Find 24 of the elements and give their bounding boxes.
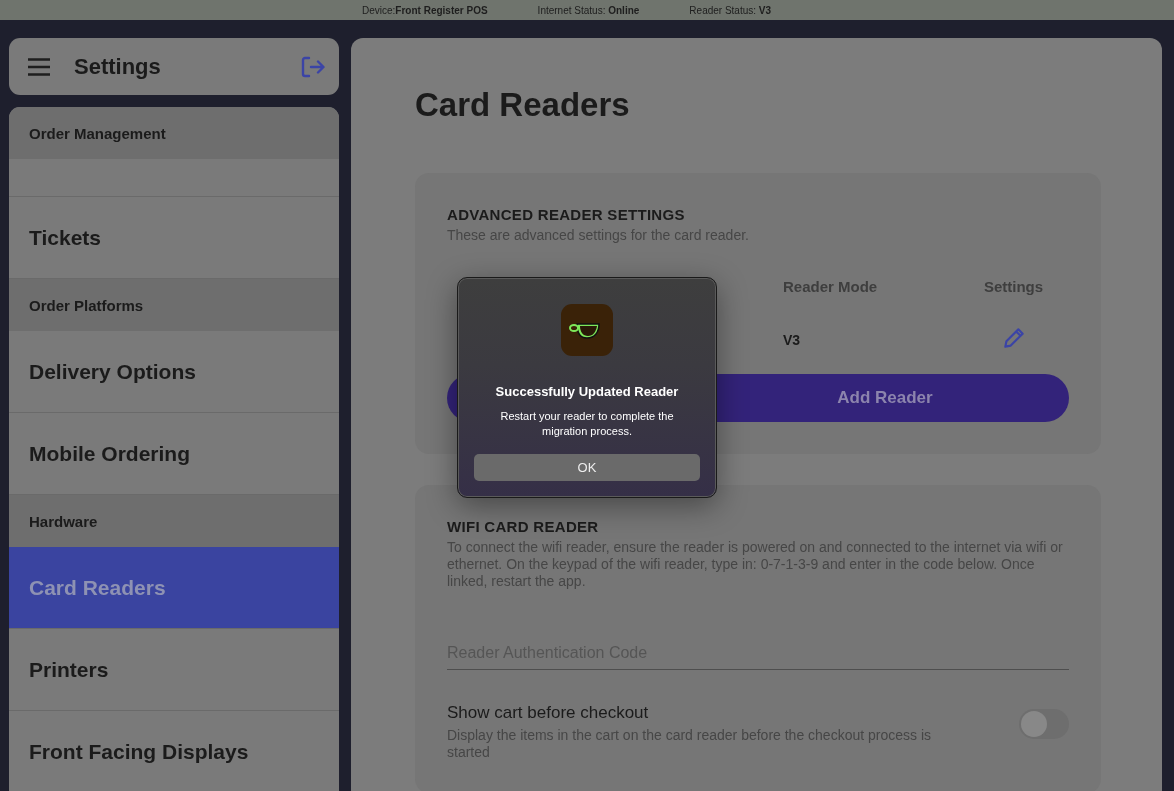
sidebar-item[interactable]: Card Readers [9, 547, 339, 629]
section-heading: WIFI CARD READER [447, 518, 600, 535]
setting-label: Show cart before checkout [447, 703, 650, 723]
toggle-switch[interactable] [1019, 709, 1069, 739]
column-header: Reader Mode [783, 277, 878, 295]
section-heading: ADVANCED READER SETTINGS [447, 206, 686, 223]
section-header: Hardware [9, 495, 339, 547]
status-text: Device:Front Register POS [362, 4, 488, 16]
page-title: Card Readers [415, 86, 631, 124]
sidebar-title: Settings [74, 53, 162, 80]
cup-icon [561, 304, 613, 356]
dialog-title: Successfully Updated Reader [495, 384, 679, 399]
table-cell: V3 [783, 332, 801, 348]
sidebar-item[interactable]: Delivery Options [9, 331, 339, 413]
section-header: Order Platforms [9, 279, 339, 331]
section-header: Order Management [9, 107, 339, 159]
sidebar-item[interactable]: Front Facing Displays [9, 711, 339, 791]
status-text: Internet Status: Online [537, 4, 640, 16]
status-text: Reader Status: V3 [689, 4, 772, 16]
column-header: Settings [983, 277, 1044, 295]
sidebar-item[interactable]: Printers [9, 629, 339, 711]
ok-button[interactable]: OK [474, 454, 700, 481]
logout-icon[interactable] [301, 55, 325, 78]
menu-icon[interactable] [28, 57, 50, 76]
